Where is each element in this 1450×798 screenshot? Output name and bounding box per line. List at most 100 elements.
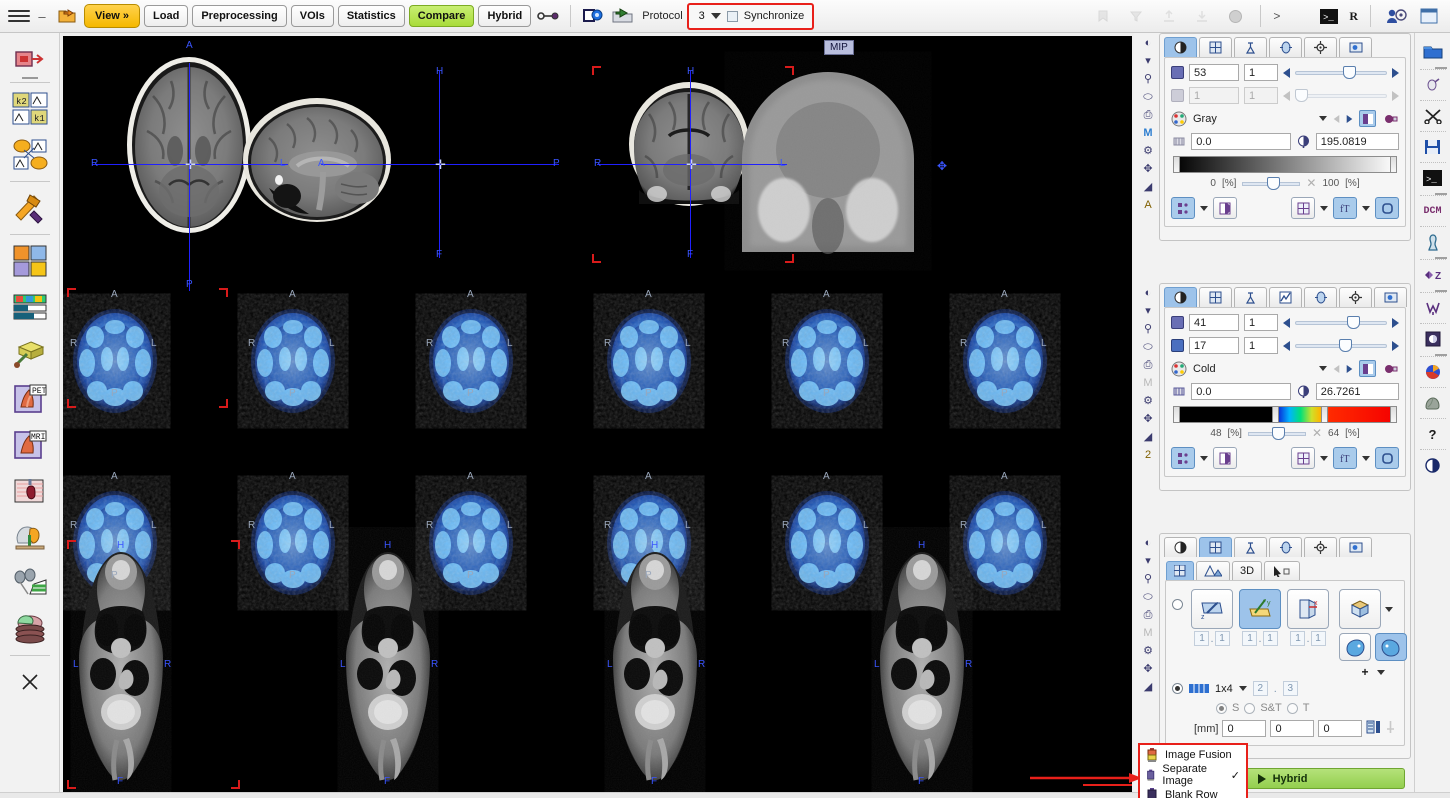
3d-rendering-icon[interactable] [7,330,53,376]
compare-button[interactable]: Compare [408,5,475,27]
terminal-icon[interactable]: >_ [1316,4,1342,28]
contrast-toggle-icon[interactable] [1296,133,1311,150]
molecule-rail-icon[interactable]: ✥ [1143,663,1152,676]
tab-curve[interactable] [1269,287,1302,307]
layout-mode-dropdown-icon[interactable] [1238,686,1247,691]
grid-dropdown-icon[interactable] [1320,455,1328,461]
terminal-icon[interactable]: >_ [1418,163,1448,193]
gear-rail-icon[interactable]: ⚙ [1143,645,1153,658]
grid-dropdown-icon[interactable] [1320,205,1328,211]
open-project-icon[interactable] [54,4,80,28]
tab-settings[interactable] [1339,287,1372,307]
chevron-down-icon[interactable] [710,13,721,19]
load-button[interactable]: Load [144,5,189,27]
mm-y-input[interactable]: 0 [1270,720,1315,737]
second-next-button[interactable] [1392,90,1399,101]
colormap-next-button[interactable] [1346,364,1353,373]
coronal-plane-button[interactable]: y [1239,589,1281,629]
orient-radio-s[interactable] [1216,702,1227,714]
subtab-pointer[interactable] [1264,561,1301,580]
colormap-prev-button[interactable] [1333,364,1340,373]
crosshair-vertical-axial[interactable] [189,63,190,291]
chevron-down-rail-icon[interactable]: ▾ [1145,305,1151,318]
slice-prev-button[interactable] [1283,317,1290,328]
chevron-right-icon[interactable]: > [1273,9,1280,23]
colorbar-sliders-icon[interactable] [7,284,53,330]
gear-rail-icon[interactable]: ⚙ [1143,395,1153,408]
image-viewport[interactable]: MIP ✛ A P R L ✛ H F A P ✛ H F R L ✥ A P … [61,33,1134,798]
tab-snapshot[interactable] [1374,287,1407,307]
subtab-mpr[interactable] [1196,561,1230,580]
crosshair-center-coronal[interactable]: ✛ [686,158,697,171]
slice-index-input[interactable]: 41 [1189,314,1239,331]
grid-overlay-button[interactable] [1291,197,1315,219]
plane-mode-radio[interactable] [1172,599,1183,610]
colormap-invert-button[interactable] [1359,360,1376,377]
chevron-down-rail-icon[interactable]: ▾ [1145,55,1151,68]
user-settings-icon[interactable] [1383,4,1409,28]
dicom-icon[interactable]: DCM [1418,196,1448,226]
molecule-rail-icon[interactable]: ✥ [1143,413,1152,426]
slice-next-button[interactable] [1392,317,1399,328]
tab-snapshot[interactable] [1339,37,1372,57]
reset-window-icon[interactable]: ✕ [1312,426,1322,440]
contrast-toggle-icon[interactable] [1296,383,1311,400]
plane-count-2[interactable]: 1 [1214,631,1230,646]
upload-icon[interactable] [1156,4,1182,28]
orient-radio-st[interactable] [1244,702,1256,714]
second-slider[interactable] [1295,89,1387,102]
bookmark-icon[interactable] [1090,4,1116,28]
mask-rail-icon[interactable]: M [1143,377,1152,390]
tab-iso-contour[interactable] [1234,537,1267,557]
plane-count-2[interactable]: 1 [1310,631,1326,646]
range-min-input[interactable]: 0.0 [1191,383,1291,400]
mip-crosshair-marker[interactable]: ✥ [937,159,947,173]
slice-prev-button[interactable] [1283,67,1290,78]
lung-segmentation-icon[interactable] [7,560,53,606]
tab-settings[interactable] [1304,37,1337,57]
range-lock-icon[interactable] [1171,383,1186,400]
frame-index-input[interactable]: 17 [1189,337,1239,354]
colormap-options-button[interactable] [1382,360,1399,377]
tab-iso-contour[interactable] [1234,287,1267,307]
tab-layout[interactable] [1199,287,1232,307]
printer-rail-icon[interactable]: ⎙ [1144,609,1153,622]
tab-settings[interactable] [1304,537,1337,557]
mm-apply-icon[interactable] [1366,720,1381,737]
protocol-folder-icon[interactable] [610,4,636,28]
row-type-context-menu[interactable]: Image Fusion Separate Image ✓ Blank Row [1138,743,1248,798]
shape-overlay-button[interactable] [1375,447,1399,469]
crosshair-center-sagittal[interactable]: ✛ [435,158,446,171]
mm-x-input[interactable]: 0 [1222,720,1267,737]
add-row-button[interactable]: + [1361,665,1368,679]
tools-wrench-icon[interactable] [7,185,53,231]
orient-radio-t[interactable] [1286,702,1298,714]
tab-iso-contour[interactable] [1234,37,1267,57]
slice-slider[interactable] [1295,316,1387,329]
pet-heart-icon[interactable]: PET [7,376,53,422]
mouse-pointer-icon[interactable] [1418,70,1448,100]
window-width-slider[interactable] [1247,426,1306,440]
contrast-icon[interactable] [1418,450,1448,480]
save-disk-icon[interactable] [1418,132,1448,162]
contrast-rail-icon[interactable]: ◐ [1145,37,1152,50]
view-button[interactable]: View » [84,4,141,28]
transaxial-plane-button[interactable]: z [1191,589,1233,629]
colormap-next-button[interactable] [1346,114,1353,123]
shape-overlay-button[interactable] [1375,197,1399,219]
colormap-dropdown-icon[interactable] [1319,366,1327,371]
text-dropdown-icon[interactable] [1362,205,1370,211]
cardiac-ct-icon[interactable] [7,468,53,514]
colormap-invert-button[interactable] [1359,110,1376,127]
synchronize-checkbox[interactable] [726,10,738,22]
slice-step-input[interactable]: 1 [1244,314,1278,331]
statistics-button[interactable]: Statistics [337,5,405,27]
projection-rail-icon[interactable]: ⚲ [1144,323,1152,336]
brain-phantom-icon[interactable] [7,514,53,560]
histogram-rail-icon[interactable]: ◢ [1144,181,1152,194]
tab-layout[interactable] [1199,37,1232,57]
layout-cols-input[interactable]: 3 [1282,681,1298,696]
anatomy-icon[interactable] [1418,227,1448,257]
hamburger-icon[interactable] [8,6,30,26]
second-step-input[interactable]: 1 [1244,87,1278,104]
